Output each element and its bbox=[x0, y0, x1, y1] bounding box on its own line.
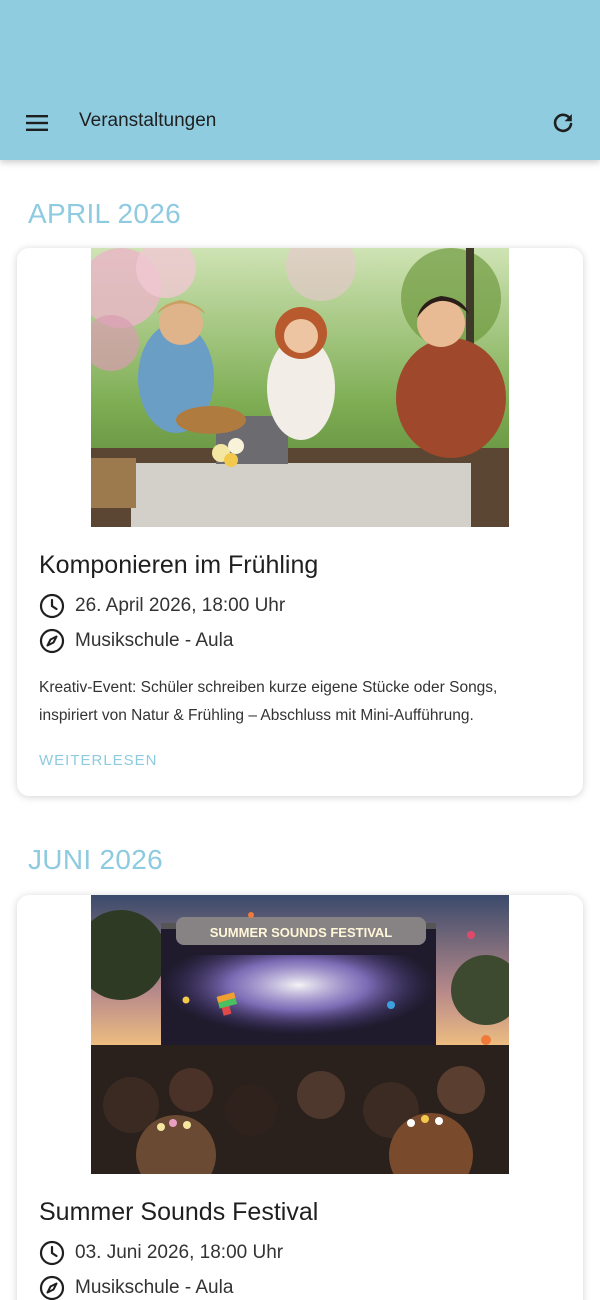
event-title: Summer Sounds Festival bbox=[39, 1198, 319, 1226]
clock-icon bbox=[39, 1240, 65, 1266]
clock-icon bbox=[39, 593, 65, 619]
event-location-row: Musikschule - Aula bbox=[39, 627, 233, 655]
event-image bbox=[91, 248, 509, 527]
menu-button[interactable] bbox=[20, 106, 54, 140]
month-heading: APRIL 2026 bbox=[28, 198, 181, 229]
event-datetime-row: 26. April 2026, 18:00 Uhr bbox=[39, 592, 285, 620]
read-more-button[interactable]: WEITERLESEN bbox=[39, 752, 158, 769]
refresh-icon bbox=[553, 113, 573, 133]
event-image: SUMMER SOUNDS FESTIVAL bbox=[91, 895, 509, 1174]
month-heading: JUNI 2026 bbox=[28, 844, 163, 875]
event-datetime: 03. Juni 2026, 18:00 Uhr bbox=[75, 1242, 284, 1263]
event-datetime-row: 03. Juni 2026, 18:00 Uhr bbox=[39, 1239, 283, 1267]
page-title: Veranstaltungen bbox=[79, 110, 217, 131]
event-photo bbox=[91, 248, 509, 527]
app-bar: Veranstaltungen bbox=[0, 0, 600, 160]
compass-icon bbox=[39, 628, 65, 654]
event-datetime: 26. April 2026, 18:00 Uhr bbox=[75, 595, 286, 616]
event-card[interactable]: SUMMER SOUNDS FESTIVAL Summer Sounds Fes… bbox=[17, 895, 583, 1300]
hamburger-menu-icon bbox=[26, 115, 48, 131]
event-photo: SUMMER SOUNDS FESTIVAL bbox=[91, 895, 509, 1174]
event-location-row: Musikschule - Aula bbox=[39, 1274, 233, 1300]
event-location: Musikschule - Aula bbox=[75, 630, 234, 651]
event-location: Musikschule - Aula bbox=[75, 1277, 234, 1298]
festival-banner-text: SUMMER SOUNDS FESTIVAL bbox=[210, 925, 393, 940]
event-title: Komponieren im Frühling bbox=[39, 551, 319, 579]
event-card[interactable]: Komponieren im Frühling 26. April 2026, … bbox=[17, 248, 583, 796]
compass-icon bbox=[39, 1275, 65, 1300]
refresh-button[interactable] bbox=[546, 106, 580, 140]
event-description: Kreativ-Event: Schüler schreiben kurze e… bbox=[39, 679, 498, 724]
